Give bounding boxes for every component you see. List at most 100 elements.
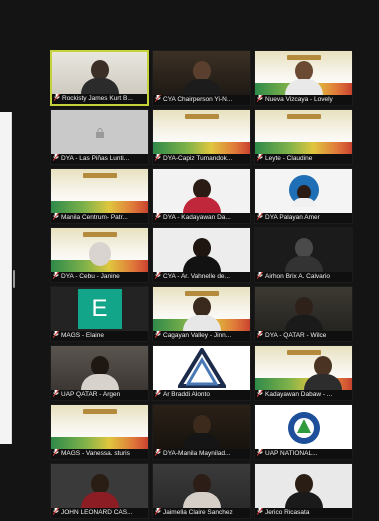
video-tile[interactable]: UAP QATAR - Argen xyxy=(50,345,149,401)
participant-label: Ar Braddi Alonto xyxy=(163,391,210,398)
participant-label: MAGS - Elaine xyxy=(61,332,104,339)
video-tile[interactable]: DYA - Las Piñas Lunti... xyxy=(50,109,149,165)
participant-name: DYA - QATAR - Wilce xyxy=(255,331,352,341)
mic-muted-icon xyxy=(53,154,59,162)
video-tile[interactable]: UAP NATIONAL... xyxy=(254,404,353,460)
participant-avatar xyxy=(284,474,323,508)
mic-muted-icon xyxy=(257,272,263,280)
video-tile[interactable]: Nueva Vizcaya - Lovely xyxy=(254,50,353,106)
participant-avatar xyxy=(291,185,316,207)
participant-avatar xyxy=(80,356,119,390)
virtual-background xyxy=(51,169,148,213)
participant-name: CYA - Ar. Vahnelle de... xyxy=(153,272,250,282)
participant-label: Manila Centrum- Patr... xyxy=(61,214,128,221)
video-tile[interactable]: Ar Braddi Alonto xyxy=(152,345,251,401)
mic-muted-icon xyxy=(257,449,263,457)
mic-muted-icon xyxy=(53,272,59,280)
mic-muted-icon xyxy=(257,95,263,103)
participant-avatar xyxy=(303,356,342,390)
mic-muted-icon xyxy=(155,154,161,162)
participant-label: DYA - QATAR - Wilce xyxy=(265,332,327,339)
participant-label: Rockisty James Kurt B... xyxy=(62,95,133,102)
video-tile[interactable]: Airhon Brix A. Calvario xyxy=(254,227,353,283)
mic-muted-icon xyxy=(53,213,59,221)
mic-muted-icon xyxy=(155,390,161,398)
video-tile[interactable]: Kadayawan Dabaw - ... xyxy=(254,345,353,401)
video-tile[interactable]: Rockisty James Kurt B... xyxy=(50,50,149,106)
mic-muted-icon xyxy=(257,390,263,398)
participant-name: DYA - Las Piñas Lunti... xyxy=(51,154,148,164)
participant-label: Kadayawan Dabaw - ... xyxy=(265,391,333,398)
video-tile[interactable]: DYA - QATAR - Wilce xyxy=(254,286,353,342)
video-tile[interactable]: DYA-Capiz Tumandok... xyxy=(152,109,251,165)
video-tile[interactable]: Jaimella Claire Sanchez xyxy=(152,463,251,519)
participant-label: DYA-Capiz Tumandok... xyxy=(163,155,233,162)
participant-avatar xyxy=(284,238,323,272)
participant-name: Ar Braddi Alonto xyxy=(153,390,250,400)
video-tile[interactable]: CYA Chairperson Yi-N... xyxy=(152,50,251,106)
video-tile[interactable]: Jerico Ricasata xyxy=(254,463,353,519)
video-tile[interactable]: Cagayan Valley - Jinn... xyxy=(152,286,251,342)
mic-muted-icon xyxy=(155,449,161,457)
initial-letter: E xyxy=(91,295,108,322)
mic-muted-icon xyxy=(53,449,59,457)
video-tile[interactable]: Leyte - Claudine xyxy=(254,109,353,165)
video-tile[interactable]: Manila Centrum- Patr... xyxy=(50,168,149,224)
participant-label: DYA-Manila Maynilad... xyxy=(163,450,231,457)
participant-avatar xyxy=(182,474,221,508)
participant-label: DYA - Kadayawan Da... xyxy=(163,214,231,221)
organization-logo-icon xyxy=(288,412,320,444)
participant-name: JOHN LEONARD CAS... xyxy=(51,508,148,518)
mic-muted-icon xyxy=(155,213,161,221)
mic-muted-icon xyxy=(53,390,59,398)
video-tile[interactable]: E MAGS - Elaine xyxy=(50,286,149,342)
participant-label: Jerico Ricasata xyxy=(265,509,310,516)
triangle-logo-icon xyxy=(178,348,226,388)
participant-label: DYA - Las Piñas Lunti... xyxy=(61,155,130,162)
participant-label: UAP QATAR - Argen xyxy=(61,391,121,398)
participant-avatar xyxy=(284,297,323,331)
participant-name: DYA - Cebu - Janine xyxy=(51,272,148,282)
side-panel xyxy=(0,112,12,444)
video-tile[interactable]: DYA-Manila Maynilad... xyxy=(152,404,251,460)
mic-muted-icon xyxy=(257,154,263,162)
participant-label: CYA - Ar. Vahnelle de... xyxy=(163,273,230,280)
lock-icon xyxy=(96,128,104,138)
participant-name: DYA Palayan Amer xyxy=(255,213,352,223)
participant-avatar xyxy=(80,474,119,508)
participant-avatar xyxy=(182,179,221,213)
mascot-avatar xyxy=(89,242,111,266)
video-tile[interactable]: MAGS - Vanessa. sturis xyxy=(50,404,149,460)
participant-label: Jaimella Claire Sanchez xyxy=(163,509,233,516)
participant-label: Cagayan Valley - Jinn... xyxy=(163,332,232,339)
participant-name: Manila Centrum- Patr... xyxy=(51,213,148,223)
video-tile[interactable]: JOHN LEONARD CAS... xyxy=(50,463,149,519)
participant-name: UAP QATAR - Argen xyxy=(51,390,148,400)
participant-name: UAP NATIONAL... xyxy=(255,449,352,459)
panel-resize-handle[interactable] xyxy=(13,270,15,288)
participant-label: Leyte - Claudine xyxy=(265,155,313,162)
video-tile[interactable]: CYA - Ar. Vahnelle de... xyxy=(152,227,251,283)
participant-avatar xyxy=(182,415,221,449)
initial-avatar: E xyxy=(77,289,122,329)
mic-muted-icon xyxy=(257,331,263,339)
mic-muted-icon xyxy=(155,331,161,339)
participant-name: MAGS - Vanessa. sturis xyxy=(51,449,148,459)
mic-muted-icon xyxy=(155,272,161,280)
virtual-background xyxy=(255,110,352,154)
participant-label: DYA - Cebu - Janine xyxy=(61,273,120,280)
mic-muted-icon xyxy=(155,508,161,516)
video-tile[interactable]: DYA Palayan Amer xyxy=(254,168,353,224)
participant-name: Kadayawan Dabaw - ... xyxy=(255,390,352,400)
video-tile[interactable]: DYA - Kadayawan Da... xyxy=(152,168,251,224)
participant-name: Rockisty James Kurt B... xyxy=(52,94,147,104)
participant-name: DYA-Capiz Tumandok... xyxy=(153,154,250,164)
video-tile[interactable]: DYA - Cebu - Janine xyxy=(50,227,149,283)
participant-label: DYA Palayan Amer xyxy=(265,214,320,221)
participant-label: UAP NATIONAL... xyxy=(265,450,318,457)
participant-label: Airhon Brix A. Calvario xyxy=(265,273,331,280)
participant-avatar xyxy=(182,61,221,95)
participant-avatar xyxy=(182,238,221,272)
mic-muted-icon xyxy=(54,94,60,102)
participant-label: JOHN LEONARD CAS... xyxy=(61,509,133,516)
